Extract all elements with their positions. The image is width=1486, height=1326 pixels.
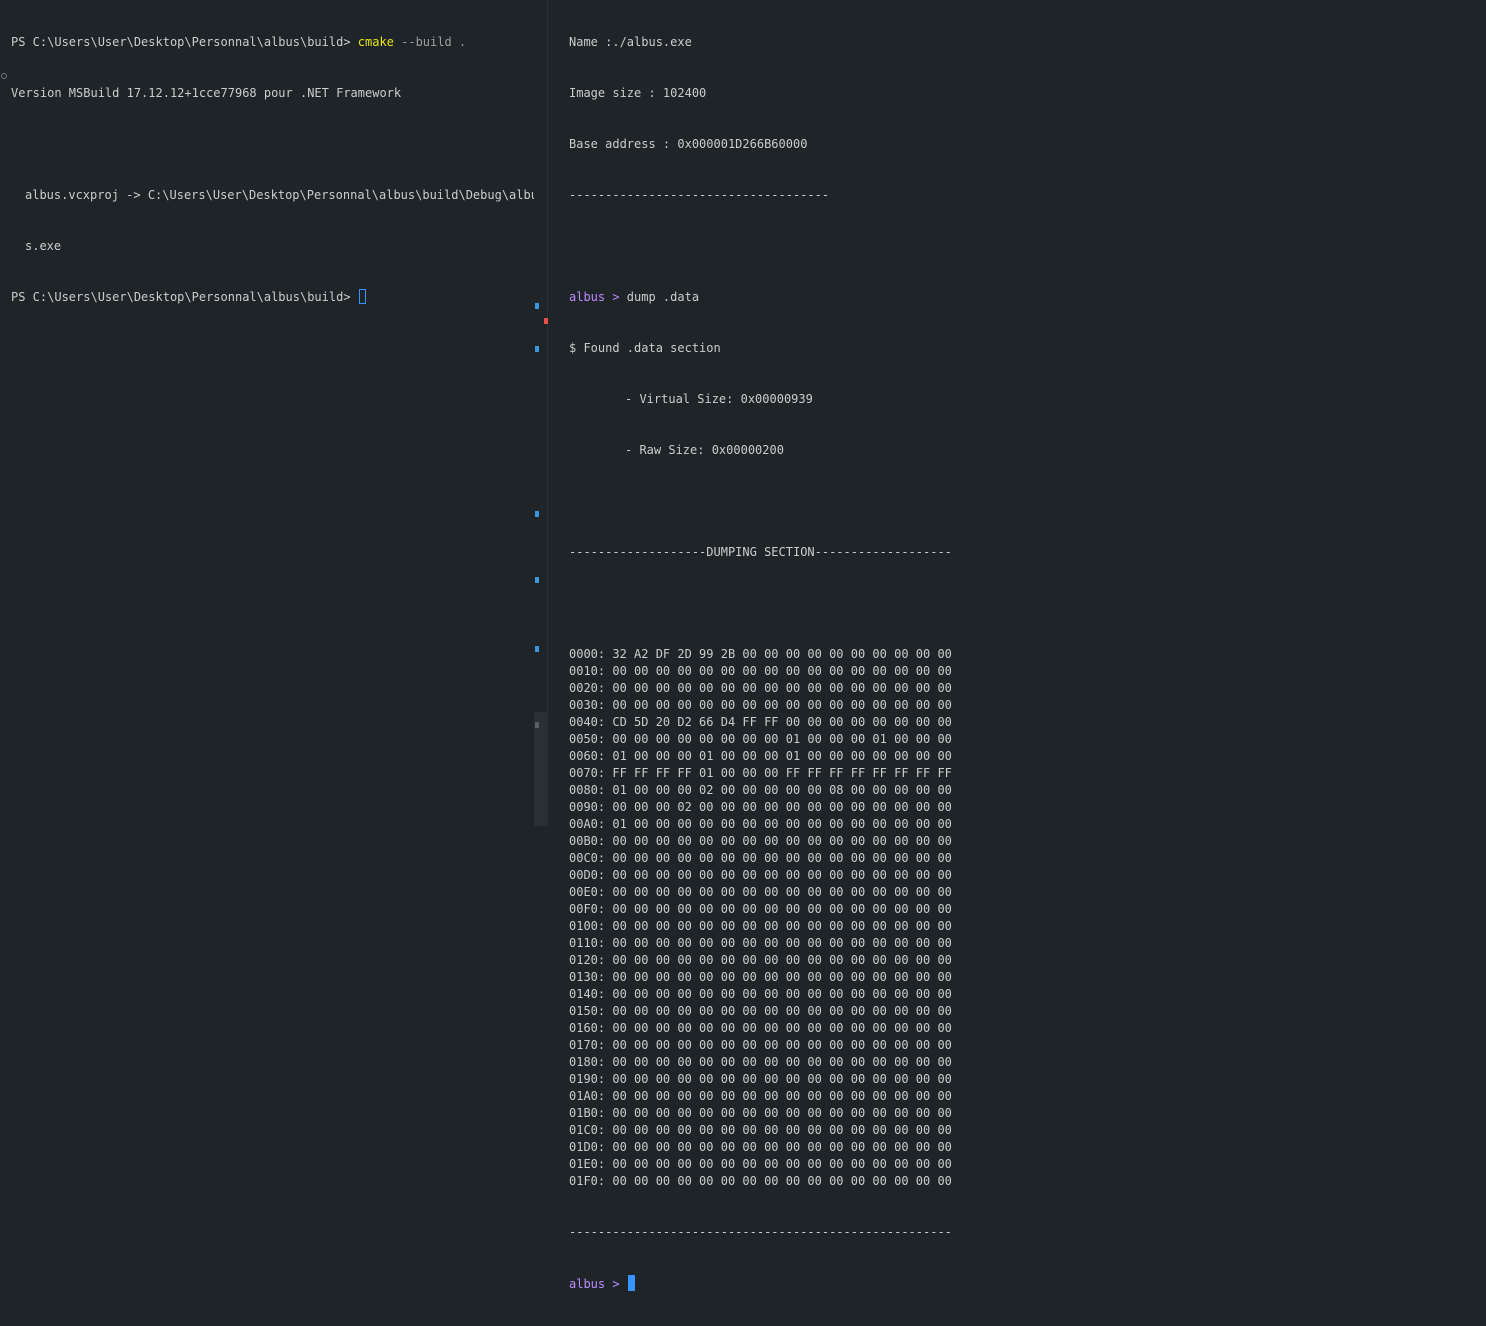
hex-row: 00D0: 00 00 00 00 00 00 00 00 00 00 00 0… (569, 868, 952, 882)
command-text: cmake (357, 35, 394, 49)
hex-row: 01A0: 00 00 00 00 00 00 00 00 00 00 00 0… (569, 1089, 952, 1103)
scrollbar-marker-error (544, 318, 548, 324)
hex-row: 00E0: 00 00 00 00 00 00 00 00 00 00 00 0… (569, 885, 952, 899)
image-size-line: Image size : 102400 (569, 86, 707, 100)
command-args: --build . (393, 35, 467, 49)
hex-row: 0020: 00 00 00 00 00 00 00 00 00 00 00 0… (569, 681, 952, 695)
right-terminal-output: Name :./albus.exe Image size : 102400 Ba… (569, 0, 952, 1326)
hex-row: 0190: 00 00 00 00 00 00 00 00 00 00 00 0… (569, 1072, 952, 1086)
scrollbar-marker (535, 646, 539, 652)
command-decoration-icon (1, 73, 7, 79)
hex-row: 0160: 00 00 00 00 00 00 00 00 00 00 00 0… (569, 1021, 952, 1035)
base-address-line: Base address : 0x000001D266B60000 (569, 137, 808, 151)
hex-row: 0080: 01 00 00 00 02 00 00 00 00 00 08 0… (569, 783, 952, 797)
hex-row: 0170: 00 00 00 00 00 00 00 00 00 00 00 0… (569, 1038, 952, 1052)
virtual-size-line: - Virtual Size: 0x00000939 (625, 392, 813, 406)
terminal-cursor (358, 289, 366, 304)
scrollbar-thumb[interactable] (534, 712, 548, 826)
hex-dump: 0000: 32 A2 DF 2D 99 2B 00 00 00 00 00 0… (569, 646, 952, 1190)
left-terminal-pane[interactable]: PS C:\Users\User\Desktop\Personnal\albus… (0, 0, 538, 826)
hex-row: 01D0: 00 00 00 00 00 00 00 00 00 00 00 0… (569, 1140, 952, 1154)
hex-row: 0110: 00 00 00 00 00 00 00 00 00 00 00 0… (569, 936, 952, 950)
final-prompt-line: albus > (569, 1275, 952, 1292)
hex-row: 01F0: 00 00 00 00 00 00 00 00 00 00 00 0… (569, 1174, 952, 1188)
hex-row: 0100: 00 00 00 00 00 00 00 00 00 00 00 0… (569, 919, 952, 933)
command-text: dump .data (619, 290, 700, 304)
albus-prompt: albus > (569, 290, 620, 304)
hex-row: 00C0: 00 00 00 00 00 00 00 00 00 00 00 0… (569, 851, 952, 865)
hex-row: 0070: FF FF FF FF 01 00 00 00 FF FF FF F… (569, 766, 952, 780)
hex-row: 0150: 00 00 00 00 00 00 00 00 00 00 00 0… (569, 1004, 952, 1018)
hex-row: 0130: 00 00 00 00 00 00 00 00 00 00 00 0… (569, 970, 952, 984)
right-terminal-pane[interactable]: Name :./albus.exe Image size : 102400 Ba… (549, 0, 1486, 1291)
prompt-text: PS C:\Users\User\Desktop\Personnal\albus… (11, 290, 358, 304)
terminal-line: albus.vcxproj -> C:\Users\User\Desktop\P… (25, 188, 538, 202)
terminal-line: Version MSBuild 17.12.12+1cce77968 pour … (11, 86, 402, 100)
raw-size-line: - Raw Size: 0x00000200 (625, 443, 784, 457)
terminal-line: PS C:\Users\User\Desktop\Personnal\albus… (11, 289, 538, 306)
hex-row: 00B0: 00 00 00 00 00 00 00 00 00 00 00 0… (569, 834, 952, 848)
hex-row: 0000: 32 A2 DF 2D 99 2B 00 00 00 00 00 0… (569, 647, 952, 661)
hex-row: 00A0: 01 00 00 00 00 00 00 00 00 00 00 0… (569, 817, 952, 831)
hex-row: 01B0: 00 00 00 00 00 00 00 00 00 00 00 0… (569, 1106, 952, 1120)
hex-row: 0030: 00 00 00 00 00 00 00 00 00 00 00 0… (569, 698, 952, 712)
albus-prompt: albus > (569, 1277, 620, 1291)
found-section-line: $ Found .data section (569, 341, 721, 355)
pane-divider-scrollbar[interactable] (534, 0, 548, 826)
command-line: albus > dump .data (569, 289, 952, 306)
scrollbar-marker (535, 577, 539, 583)
dump-footer: ----------------------------------------… (569, 1225, 952, 1239)
hex-row: 00F0: 00 00 00 00 00 00 00 00 00 00 00 0… (569, 902, 952, 916)
scrollbar-marker (535, 511, 539, 517)
hex-row: 0090: 00 00 00 02 00 00 00 00 00 00 00 0… (569, 800, 952, 814)
terminal-line: s.exe (25, 239, 62, 253)
dump-header: -------------------DUMPING SECTION------… (569, 545, 952, 559)
hex-row: 01E0: 00 00 00 00 00 00 00 00 00 00 00 0… (569, 1157, 952, 1171)
hex-row: 0060: 01 00 00 00 01 00 00 00 01 00 00 0… (569, 749, 952, 763)
hex-row: 0140: 00 00 00 00 00 00 00 00 00 00 00 0… (569, 987, 952, 1001)
hex-row: 0050: 00 00 00 00 00 00 00 00 01 00 00 0… (569, 732, 952, 746)
name-line: Name :./albus.exe (569, 35, 692, 49)
scrollbar-marker (535, 722, 539, 728)
hex-row: 0120: 00 00 00 00 00 00 00 00 00 00 00 0… (569, 953, 952, 967)
hex-row: 01C0: 00 00 00 00 00 00 00 00 00 00 00 0… (569, 1123, 952, 1137)
terminal-line: PS C:\Users\User\Desktop\Personnal\albus… (11, 34, 538, 51)
hex-row: 0040: CD 5D 20 D2 66 D4 FF FF 00 00 00 0… (569, 715, 952, 729)
separator-line: ------------------------------------ (569, 188, 830, 202)
prompt-text: PS C:\Users\User\Desktop\Personnal\albus… (11, 35, 358, 49)
left-terminal-output: PS C:\Users\User\Desktop\Personnal\albus… (11, 0, 538, 340)
hex-row: 0180: 00 00 00 00 00 00 00 00 00 00 00 0… (569, 1055, 952, 1069)
terminal-cursor (627, 1275, 635, 1291)
scrollbar-marker (535, 346, 539, 352)
scrollbar-marker (535, 303, 539, 309)
hex-row: 0010: 00 00 00 00 00 00 00 00 00 00 00 0… (569, 664, 952, 678)
